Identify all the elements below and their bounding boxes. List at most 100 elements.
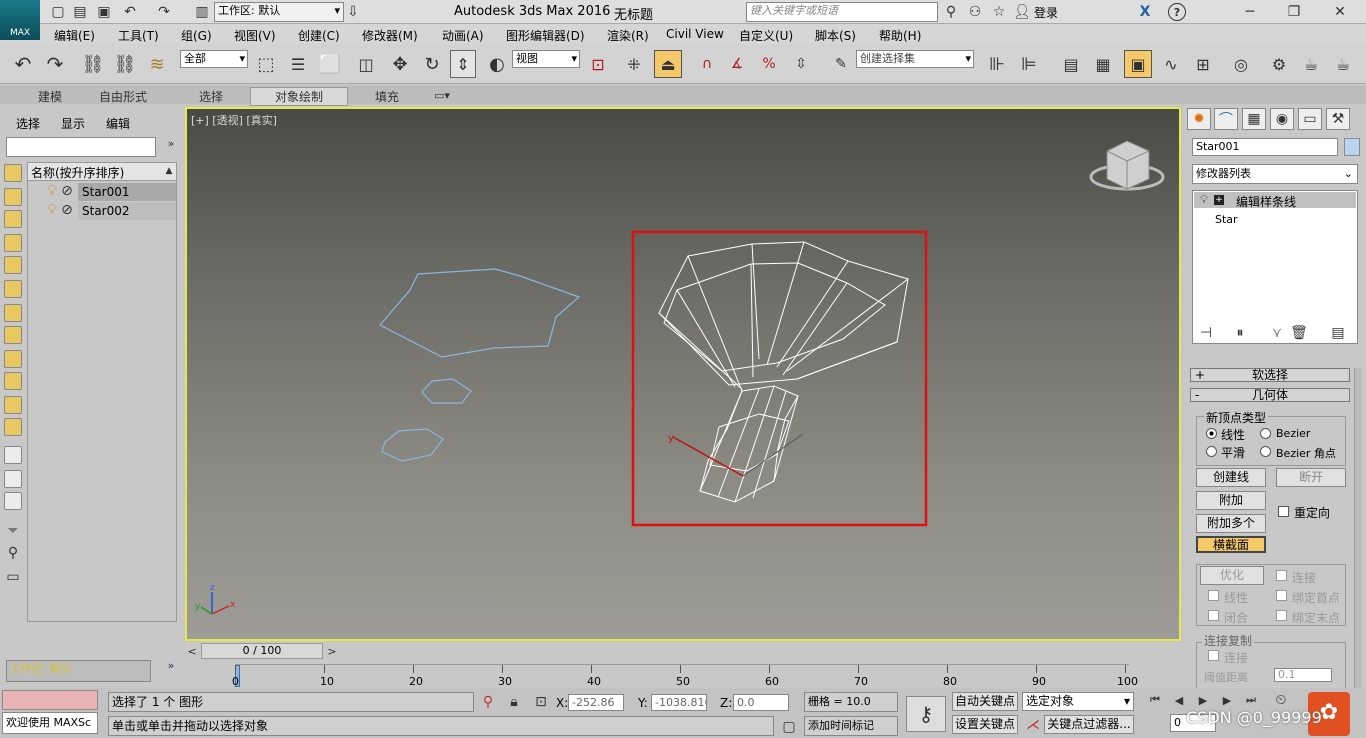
render-setup-icon[interactable]: ⚙ — [1266, 52, 1292, 76]
explorer-workspace-field[interactable]: 工作区: 默认 — [6, 660, 151, 682]
light-bulb-icon[interactable]: 💡︎ — [46, 202, 58, 218]
rollout-geometry[interactable]: - 几何体 — [1190, 388, 1350, 402]
minimize-icon[interactable]: ─ — [1240, 3, 1260, 21]
create-tab-icon[interactable]: ✹ — [1187, 108, 1211, 130]
track-bar[interactable]: 0 10 20 30 40 50 60 70 80 90 100 — [232, 664, 1138, 688]
add-time-tag[interactable]: 添加时间标记 — [804, 716, 898, 736]
create-line-button[interactable]: 创建线 — [1196, 468, 1266, 487]
display-shapes-icon[interactable] — [4, 188, 22, 206]
move-icon[interactable]: ✥ — [388, 52, 412, 76]
maxscript-mini-listener[interactable]: 欢迎使用 MAXSc — [2, 712, 98, 734]
app-logo[interactable]: MAX — [0, 0, 40, 40]
redo-icon[interactable]: ↷ — [42, 52, 68, 76]
layer-explorer-icon[interactable]: ▦ — [1090, 52, 1116, 76]
linear-checkbox[interactable] — [1208, 590, 1219, 601]
exchange-x-icon[interactable]: X — [1136, 3, 1154, 21]
column-header[interactable]: 名称(按升序排序) ▲ — [28, 163, 176, 181]
tab-object-paint[interactable]: 对象绘制 — [250, 87, 349, 106]
menu-group[interactable]: 组(G) — [181, 27, 212, 44]
pivot-center-icon[interactable]: ⊡ — [586, 52, 610, 76]
panel-scrollbar[interactable] — [1354, 368, 1362, 688]
expand-plus-icon[interactable]: + — [1214, 195, 1224, 205]
radio-bezier-corner[interactable] — [1260, 446, 1271, 457]
display-invert-icon[interactable] — [4, 492, 22, 510]
y-coord-input[interactable]: -1038.816 — [651, 694, 707, 711]
bind-space-warp-icon[interactable]: ≋ — [144, 52, 170, 76]
undo-icon[interactable]: ↶ — [10, 52, 36, 76]
remove-modifier-icon[interactable]: 🗑︎ — [1290, 324, 1308, 342]
time-slider[interactable]: 0 / 100 — [201, 643, 323, 659]
x-coord-input[interactable]: -252.86 — [568, 694, 624, 711]
dropdown-arrow-icon[interactable]: ⇩ — [346, 4, 360, 20]
ribbon-options-icon[interactable]: ▭▾ — [430, 87, 454, 103]
search-input[interactable]: 键入关键字或短语 — [746, 2, 938, 22]
menu-scripting[interactable]: 脚本(S) — [815, 27, 856, 44]
schematic-view-icon[interactable]: ⊞ — [1190, 52, 1216, 76]
display-bones-icon[interactable] — [4, 350, 22, 368]
menu-civil-view[interactable]: Civil View — [666, 27, 724, 41]
expand-chevron-icon[interactable]: » — [164, 658, 178, 672]
mirror-icon[interactable]: ⊪ — [984, 52, 1010, 76]
angle-snap-icon[interactable]: ∡ — [724, 52, 750, 76]
tab-freeform[interactable]: 自由形式 — [99, 88, 147, 105]
select-manipulate-icon[interactable]: ⁜ — [622, 52, 646, 76]
menu-customize[interactable]: 自定义(U) — [739, 27, 793, 44]
open-file-icon[interactable]: ▤ — [72, 4, 88, 20]
cross-section-button[interactable]: 横截面 — [1196, 536, 1266, 553]
stack-item-edit-spline[interactable]: 💡︎ + 编辑样条线 — [1194, 192, 1356, 209]
display-cameras-icon[interactable] — [4, 234, 22, 252]
pin-stack-icon[interactable]: ⊣ — [1196, 324, 1216, 342]
set-key-button[interactable]: 设置关键点 — [952, 715, 1018, 734]
rotate-icon[interactable]: ↻ — [420, 52, 444, 76]
maxscript-mini-listener-pink[interactable] — [2, 690, 98, 710]
go-to-end-icon[interactable]: ⏭ — [1242, 692, 1260, 708]
rectangle-selection-icon[interactable]: ⬜ — [318, 52, 342, 76]
display-containers-icon[interactable] — [4, 372, 22, 390]
modifier-list-dropdown[interactable]: 修改器列表 ⌄ — [1192, 164, 1358, 184]
connect-copy-checkbox[interactable] — [1208, 650, 1219, 661]
find-icon[interactable]: ⚲ — [4, 544, 22, 562]
radio-linear[interactable] — [1206, 428, 1217, 439]
link-icon[interactable]: ⛓ — [80, 52, 106, 76]
edit-named-selection-icon[interactable]: ✎ — [828, 52, 854, 76]
reference-coord-dropdown[interactable]: 视图 ▾ — [512, 50, 580, 68]
snaps-toggle-icon[interactable]: ∩ — [694, 52, 720, 76]
attach-button[interactable]: 附加 — [1196, 491, 1266, 510]
menu-create[interactable]: 创建(C) — [298, 27, 340, 44]
menu-help[interactable]: 帮助(H) — [879, 27, 921, 44]
close-icon[interactable]: ✕ — [1330, 3, 1350, 21]
display-spacewarps-icon[interactable] — [4, 280, 22, 298]
selection-filter-dropdown[interactable]: 全部 ▾ — [180, 50, 248, 68]
spinner-snap-icon[interactable]: ⇳ — [788, 52, 814, 76]
unlink-icon[interactable]: ⛓ — [112, 52, 138, 76]
explorer-tab-edit[interactable]: 编辑 — [106, 115, 130, 132]
menu-edit[interactable]: 编辑(E) — [54, 27, 95, 44]
reorient-checkbox[interactable] — [1278, 506, 1289, 517]
configure-modifier-sets-icon[interactable]: ▤ — [1328, 324, 1348, 342]
motion-tab-icon[interactable]: ◉ — [1270, 108, 1294, 130]
time-slider-next-icon[interactable]: > — [325, 642, 339, 660]
attach-multiple-button[interactable]: 附加多个 — [1196, 514, 1266, 533]
select-place-icon[interactable]: ◐ — [484, 52, 510, 76]
tab-modeling[interactable]: 建模 — [38, 88, 62, 105]
scene-explorer-icon[interactable]: ▤ — [1058, 52, 1084, 76]
bind-first-checkbox[interactable] — [1276, 590, 1287, 601]
redo-icon[interactable]: ↷ — [156, 4, 172, 20]
radio-bezier[interactable] — [1260, 428, 1271, 439]
filter-funnel-icon[interactable]: ⏷ — [4, 522, 22, 540]
selection-lock-icon[interactable]: 🔒︎ — [506, 694, 522, 710]
undo-icon[interactable]: ↶ — [122, 4, 138, 20]
login-link[interactable]: 登录 — [1034, 4, 1058, 21]
time-config-icon[interactable]: ⏲ — [1272, 692, 1290, 708]
play-icon[interactable]: ▶︎ — [1194, 692, 1212, 708]
show-end-result-icon[interactable]: ⏸ — [1230, 324, 1250, 342]
menu-views[interactable]: 视图(V) — [234, 27, 276, 44]
absolute-mode-icon[interactable]: ⊡ — [532, 694, 550, 710]
select-by-name-icon[interactable]: ☰ — [286, 52, 310, 76]
new-file-icon[interactable]: ▢ — [50, 4, 66, 20]
menu-tools[interactable]: 工具(T) — [118, 27, 159, 44]
radio-smooth[interactable] — [1206, 446, 1217, 457]
window-crossing-icon[interactable]: ◫ — [354, 52, 378, 76]
user-icon[interactable]: 👤︎ — [1013, 4, 1031, 20]
material-editor-icon[interactable]: ◎ — [1228, 52, 1254, 76]
